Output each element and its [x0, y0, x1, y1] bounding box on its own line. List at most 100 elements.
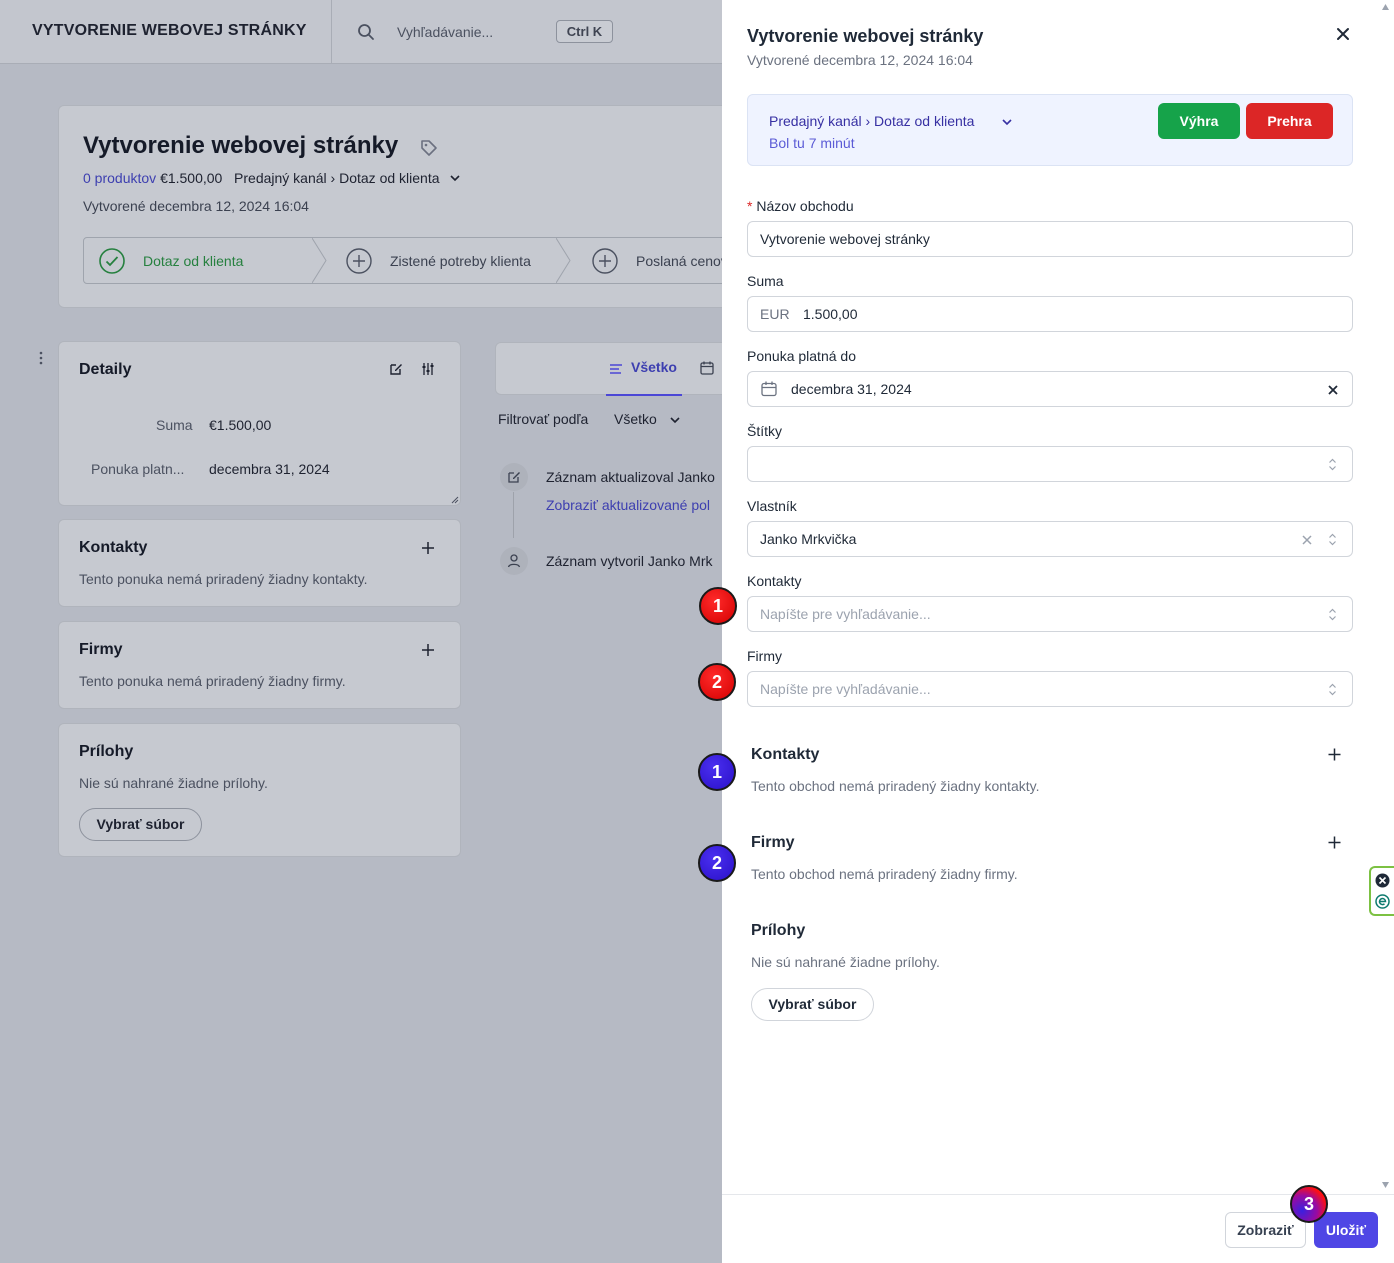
- shortcut-badge: Ctrl K: [556, 20, 613, 43]
- stage-item[interactable]: Poslaná cenová: [592, 238, 736, 283]
- win-button[interactable]: Výhra: [1158, 103, 1240, 139]
- calendar-icon: [761, 381, 777, 397]
- close-circle-icon[interactable]: [1375, 873, 1390, 888]
- deal-name-label-text: Názov obchodu: [756, 198, 854, 214]
- tags-select[interactable]: [747, 446, 1353, 482]
- firms-label: Firmy: [747, 648, 782, 664]
- clear-icon[interactable]: [1328, 385, 1338, 395]
- bg-contacts-card: Kontakty Tento ponuka nemá priradený žia…: [58, 519, 461, 607]
- stage-item-done[interactable]: Dotaz od klienta: [99, 238, 243, 283]
- add-contact-plus-icon[interactable]: [1328, 748, 1341, 761]
- select-updown-icon: [1329, 608, 1336, 621]
- scroll-down-icon[interactable]: [1382, 1182, 1389, 1188]
- chevron-down-icon[interactable]: [449, 173, 461, 183]
- breadcrumb-chevron: ›: [330, 170, 336, 186]
- activity-tabs: Všetko: [495, 342, 735, 396]
- firms-search-select[interactable]: Napíšte pre vyhľadávanie...: [747, 671, 1353, 707]
- stage-label: Poslaná cenová: [636, 252, 736, 269]
- details-title: Detaily: [79, 361, 132, 378]
- side-widget[interactable]: [1369, 866, 1394, 916]
- timeline-line: [513, 492, 514, 538]
- time-in-stage: Bol tu 7 minút: [769, 135, 855, 151]
- bg-select-file-button[interactable]: Vybrať súbor: [79, 808, 202, 841]
- valid-until-value: decembra 31, 2024: [791, 381, 912, 397]
- firms-section-title: Firmy: [751, 834, 795, 851]
- plus-circle-icon: [346, 247, 372, 274]
- contacts-label: Kontakty: [747, 573, 802, 589]
- plus-icon[interactable]: [421, 541, 435, 555]
- products-link[interactable]: 0 produktov: [83, 170, 156, 186]
- clear-icon[interactable]: [1302, 535, 1312, 545]
- list-icon: [610, 364, 622, 374]
- chevron-down-icon[interactable]: [669, 415, 681, 425]
- bg-attachments-empty: Nie sú nahrané žiadne prílohy.: [79, 775, 268, 791]
- detail-value: €1.500,00: [209, 417, 272, 433]
- deal-stage[interactable]: Dotaz od klienta: [339, 170, 439, 186]
- plus-icon[interactable]: [421, 643, 435, 657]
- annotation-marker: 3: [1290, 1185, 1328, 1223]
- scrollbar[interactable]: [1377, 0, 1394, 1194]
- valid-until-label: Ponuka platná do: [747, 348, 856, 364]
- bg-firms-empty: Tento ponuka nemá priradený žiadny firmy…: [79, 673, 346, 689]
- details-card: Detaily Suma €1.500,00 Ponuka platn... d…: [58, 341, 461, 506]
- drag-handle-icon[interactable]: [38, 351, 44, 365]
- search-input[interactable]: Vyhľadávanie...: [397, 24, 493, 40]
- drawer-title: Vytvorenie webovej stránky: [747, 26, 984, 46]
- tag-icon[interactable]: [419, 138, 439, 158]
- search-icon[interactable]: [357, 23, 375, 41]
- extension-logo-icon[interactable]: [1375, 894, 1390, 909]
- add-firm-plus-icon[interactable]: [1328, 836, 1341, 849]
- annotation-marker: 1: [699, 587, 737, 625]
- timeline-entry-link[interactable]: Zobraziť aktualizované pol: [546, 497, 710, 513]
- settings-sliders-icon[interactable]: [421, 362, 435, 376]
- select-updown-icon: [1329, 533, 1336, 546]
- stage-label: Dotaz od klienta: [143, 252, 244, 269]
- filter-dropdown[interactable]: Všetko: [614, 411, 657, 427]
- bg-firms-title: Firmy: [79, 641, 123, 658]
- scroll-up-icon[interactable]: [1382, 4, 1389, 10]
- stage-separator: [556, 238, 571, 283]
- detail-value: decembra 31, 2024: [209, 461, 330, 477]
- stage-progress: Dotaz od klienta Zistené potreby klienta…: [83, 237, 763, 284]
- deal-created: Vytvorené decembra 12, 2024 16:04: [83, 198, 309, 214]
- bg-attachments-title: Prílohy: [79, 743, 134, 760]
- stage-separator: [312, 238, 327, 283]
- attachments-section-title: Prílohy: [751, 922, 806, 939]
- pipeline-stage-dropdown[interactable]: Predajný kanál › Dotaz od klienta: [769, 113, 974, 129]
- plus-circle-icon: [592, 247, 618, 274]
- calendar-icon[interactable]: [700, 361, 714, 375]
- timeline-entry-text: Záznam aktualizoval Janko: [546, 469, 715, 485]
- contacts-section-title: Kontakty: [751, 746, 820, 763]
- owner-value: Janko Mrkvička: [760, 531, 857, 547]
- stage-item[interactable]: Zistené potreby klienta: [346, 238, 531, 283]
- tab-all[interactable]: Všetko: [606, 343, 682, 396]
- select-file-button[interactable]: Vybrať súbor: [751, 988, 874, 1021]
- chevron-down-icon[interactable]: [1001, 117, 1013, 127]
- owner-label: Vlastník: [747, 498, 797, 514]
- bg-contacts-empty: Tento ponuka nemá priradený žiadny konta…: [79, 571, 368, 587]
- tab-all-label: Všetko: [631, 359, 677, 375]
- lose-button[interactable]: Prehra: [1246, 103, 1333, 139]
- amount-value: 1.500,00: [803, 306, 858, 322]
- deal-pipeline[interactable]: Predajný kanál: [234, 170, 327, 186]
- attachments-section-empty: Nie sú nahrané žiadne prílohy.: [751, 954, 940, 970]
- save-button[interactable]: Uložiť: [1314, 1212, 1378, 1248]
- contacts-search-select[interactable]: Napíšte pre vyhľadávanie...: [747, 596, 1353, 632]
- resize-handle-icon[interactable]: [451, 496, 459, 504]
- firms-placeholder: Napíšte pre vyhľadávanie...: [760, 681, 931, 697]
- contacts-section-empty: Tento obchod nemá priradený žiadny konta…: [751, 778, 1040, 794]
- amount-input[interactable]: EUR 1.500,00: [747, 296, 1353, 332]
- close-icon[interactable]: [1334, 25, 1352, 43]
- timeline-edit-icon: [500, 463, 528, 491]
- app-title: VYTVORENIE WEBOVEJ STRÁNKY: [32, 22, 307, 39]
- check-circle-icon: [99, 247, 125, 274]
- show-button[interactable]: Zobraziť: [1225, 1212, 1306, 1248]
- deal-name-input[interactable]: Vytvorenie webovej stránky: [747, 221, 1353, 257]
- amount-label: Suma: [747, 273, 784, 289]
- valid-until-datepicker[interactable]: decembra 31, 2024: [747, 371, 1353, 407]
- owner-select[interactable]: Janko Mrkvička: [747, 521, 1353, 557]
- stage-label: Zistené potreby klienta: [390, 252, 531, 269]
- deal-title: Vytvorenie webovej stránky: [83, 132, 399, 159]
- edit-icon[interactable]: [389, 362, 403, 376]
- deal-header-card: Vytvorenie webovej stránky 0 produktov €…: [58, 105, 763, 308]
